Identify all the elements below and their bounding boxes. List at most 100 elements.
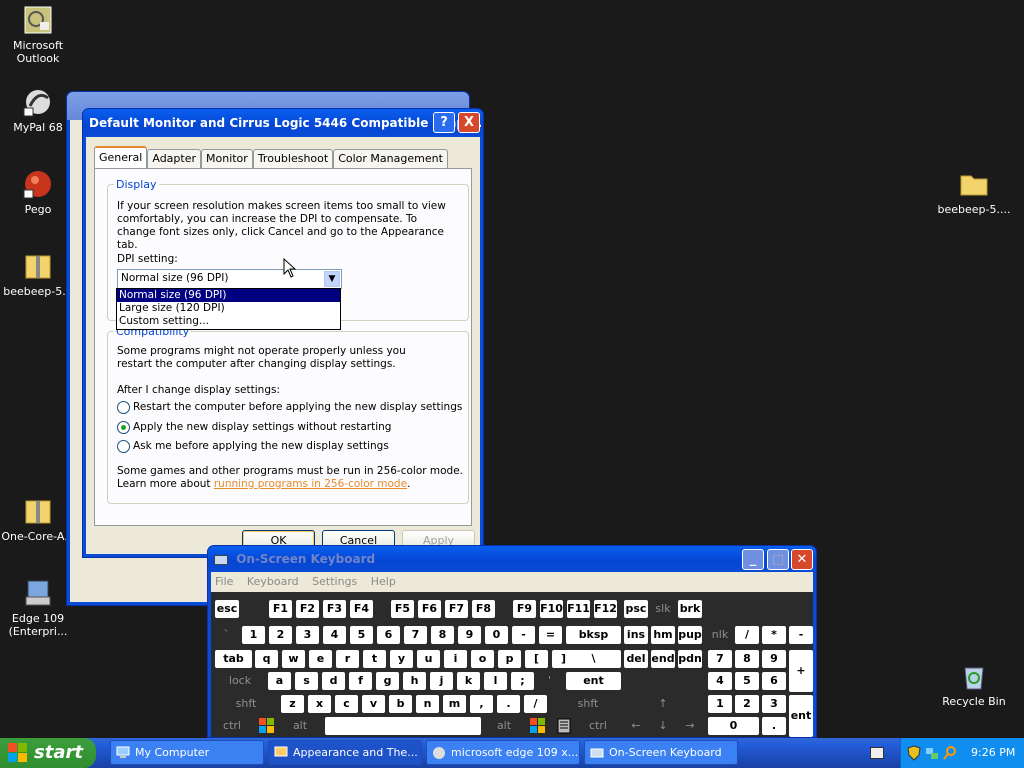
- key-r1-0[interactable]: esc: [215, 600, 239, 618]
- key-r3-4[interactable]: r: [336, 650, 359, 668]
- key-r2-2[interactable]: 2: [269, 626, 292, 644]
- desktop-icon-beebeep-folder[interactable]: beebeep-5....: [936, 168, 1012, 216]
- maximize-button[interactable]: □: [767, 549, 789, 570]
- key-r1-13[interactable]: psc: [624, 600, 648, 618]
- key-r3-6[interactable]: y: [390, 650, 413, 668]
- key-r5-6[interactable]: n: [416, 695, 439, 713]
- key-r5-5[interactable]: b: [389, 695, 412, 713]
- security-shield-icon[interactable]: [907, 745, 921, 761]
- key-r5-4[interactable]: v: [362, 695, 385, 713]
- menu-key[interactable]: [557, 718, 571, 734]
- desktop-icon-mypal[interactable]: MyPal 68: [0, 86, 76, 134]
- dpi-dropdown-list[interactable]: Normal size (96 DPI) Large size (120 DPI…: [116, 288, 341, 330]
- key-r2-19[interactable]: *: [762, 626, 786, 644]
- menu-file[interactable]: File: [215, 575, 233, 588]
- windows-key-left[interactable]: [259, 718, 275, 734]
- radio-restart[interactable]: Restart the computer before applying the…: [117, 401, 462, 414]
- display-properties-dialog[interactable]: Default Monitor and Cirrus Logic 5446 Co…: [82, 108, 484, 558]
- radio-apply-without-restart[interactable]: Apply the new display settings without r…: [117, 421, 391, 434]
- tab-color-management[interactable]: Color Management: [333, 149, 448, 168]
- key-r6-4[interactable]: ←: [624, 717, 648, 735]
- menu-settings[interactable]: Settings: [312, 575, 357, 588]
- windows-key-right[interactable]: [530, 718, 546, 734]
- help-button[interactable]: ?: [433, 112, 455, 133]
- space-key[interactable]: [325, 717, 481, 735]
- key-r3-13[interactable]: \: [566, 650, 621, 668]
- key-r3-7[interactable]: u: [417, 650, 440, 668]
- key-r2-6[interactable]: 6: [377, 626, 400, 644]
- learn-more-link[interactable]: running programs in 256-color mode: [214, 478, 407, 490]
- key-r2-18[interactable]: /: [735, 626, 759, 644]
- key-r2-4[interactable]: 4: [323, 626, 346, 644]
- key-r3-14[interactable]: del: [624, 650, 648, 668]
- key-r4-5[interactable]: g: [376, 672, 399, 690]
- key-r4-6[interactable]: h: [403, 672, 426, 690]
- key-r1-14[interactable]: slk: [651, 600, 675, 618]
- key-r2-12[interactable]: =: [539, 626, 562, 644]
- desktop-icon-beebeep-zip[interactable]: beebeep-5...: [0, 250, 76, 298]
- key-r2-13[interactable]: bksp: [566, 626, 621, 644]
- key-r2-8[interactable]: 8: [431, 626, 454, 644]
- key-r4-14[interactable]: 5: [735, 672, 759, 690]
- key-r4-9[interactable]: l: [484, 672, 507, 690]
- key-r6-3[interactable]: ctrl: [581, 717, 615, 735]
- key-r3-0[interactable]: tab: [215, 650, 252, 668]
- menu-help[interactable]: Help: [371, 575, 396, 588]
- key-r3-18[interactable]: 8: [735, 650, 759, 668]
- start-button[interactable]: start: [0, 738, 96, 768]
- key-r5-0[interactable]: shft: [215, 695, 277, 713]
- dropdown-arrow-button[interactable]: ▼: [324, 271, 340, 287]
- key-r5-11[interactable]: shft: [555, 695, 621, 713]
- key-r3-8[interactable]: i: [444, 650, 467, 668]
- key-r5-12[interactable]: ↑: [651, 695, 675, 713]
- key-r4-15[interactable]: 6: [762, 672, 786, 690]
- menu-keyboard[interactable]: Keyboard: [247, 575, 299, 588]
- key-r1-12[interactable]: F12: [594, 600, 617, 618]
- key-r1-2[interactable]: F2: [296, 600, 319, 618]
- osk-close-button[interactable]: ✕: [791, 549, 813, 570]
- key-r1-5[interactable]: F5: [391, 600, 414, 618]
- key-r1-8[interactable]: F8: [472, 600, 495, 618]
- key-r4-3[interactable]: d: [322, 672, 345, 690]
- key-r4-4[interactable]: f: [349, 672, 372, 690]
- key-r1-9[interactable]: F9: [513, 600, 536, 618]
- dialog-titlebar[interactable]: Default Monitor and Cirrus Logic 5446 Co…: [83, 109, 483, 137]
- key-r3-10[interactable]: p: [498, 650, 521, 668]
- key-r1-11[interactable]: F11: [567, 600, 590, 618]
- key-r4-10[interactable]: ;: [511, 672, 534, 690]
- key-r3-20[interactable]: +: [789, 650, 813, 692]
- key-r3-19[interactable]: 9: [762, 650, 786, 668]
- key-r2-3[interactable]: 3: [296, 626, 319, 644]
- key-r6-6[interactable]: →: [678, 717, 702, 735]
- key-r5-8[interactable]: ,: [470, 695, 493, 713]
- key-r2-5[interactable]: 5: [350, 626, 373, 644]
- key-r2-9[interactable]: 9: [458, 626, 481, 644]
- key-r2-17[interactable]: nlk: [708, 626, 732, 644]
- desktop-icon-recycle-bin[interactable]: Recycle Bin: [936, 660, 1012, 708]
- keyboard-layout-icon[interactable]: [870, 747, 884, 759]
- key-r3-17[interactable]: 7: [708, 650, 732, 668]
- key-r3-1[interactable]: q: [255, 650, 278, 668]
- key-r4-2[interactable]: s: [295, 672, 318, 690]
- taskbar-item-appearance[interactable]: Appearance and The...: [268, 740, 422, 765]
- taskbar-item-edge-search[interactable]: microsoft edge 109 x...: [426, 740, 580, 765]
- desktop-icon-outlook[interactable]: Microsoft Outlook: [0, 4, 76, 65]
- key-r5-7[interactable]: m: [443, 695, 466, 713]
- key-r4-7[interactable]: j: [430, 672, 453, 690]
- key-r1-1[interactable]: F1: [269, 600, 292, 618]
- osk-titlebar[interactable]: On-Screen Keyboard _ □ ✕: [208, 546, 816, 572]
- dpi-setting-select[interactable]: Normal size (96 DPI) ▼: [117, 269, 342, 289]
- key-r6-0[interactable]: ctrl: [215, 717, 249, 735]
- key-r4-8[interactable]: k: [457, 672, 480, 690]
- key-r5-9[interactable]: .: [497, 695, 520, 713]
- on-screen-keyboard-window[interactable]: On-Screen Keyboard _ □ ✕ File Keyboard S…: [207, 545, 817, 738]
- key-r1-15[interactable]: brk: [678, 600, 702, 618]
- taskbar-item-osk[interactable]: On-Screen Keyboard: [584, 740, 738, 765]
- key-r1-7[interactable]: F7: [445, 600, 468, 618]
- key-r6-5[interactable]: ↓: [651, 717, 675, 735]
- tab-troubleshoot[interactable]: Troubleshoot: [252, 149, 334, 168]
- key-r1-6[interactable]: F6: [418, 600, 441, 618]
- key-r2-0[interactable]: `: [215, 626, 238, 644]
- desktop-icon-onecore[interactable]: One-Core-A...: [0, 495, 76, 543]
- key-r5-16[interactable]: ent: [789, 695, 813, 737]
